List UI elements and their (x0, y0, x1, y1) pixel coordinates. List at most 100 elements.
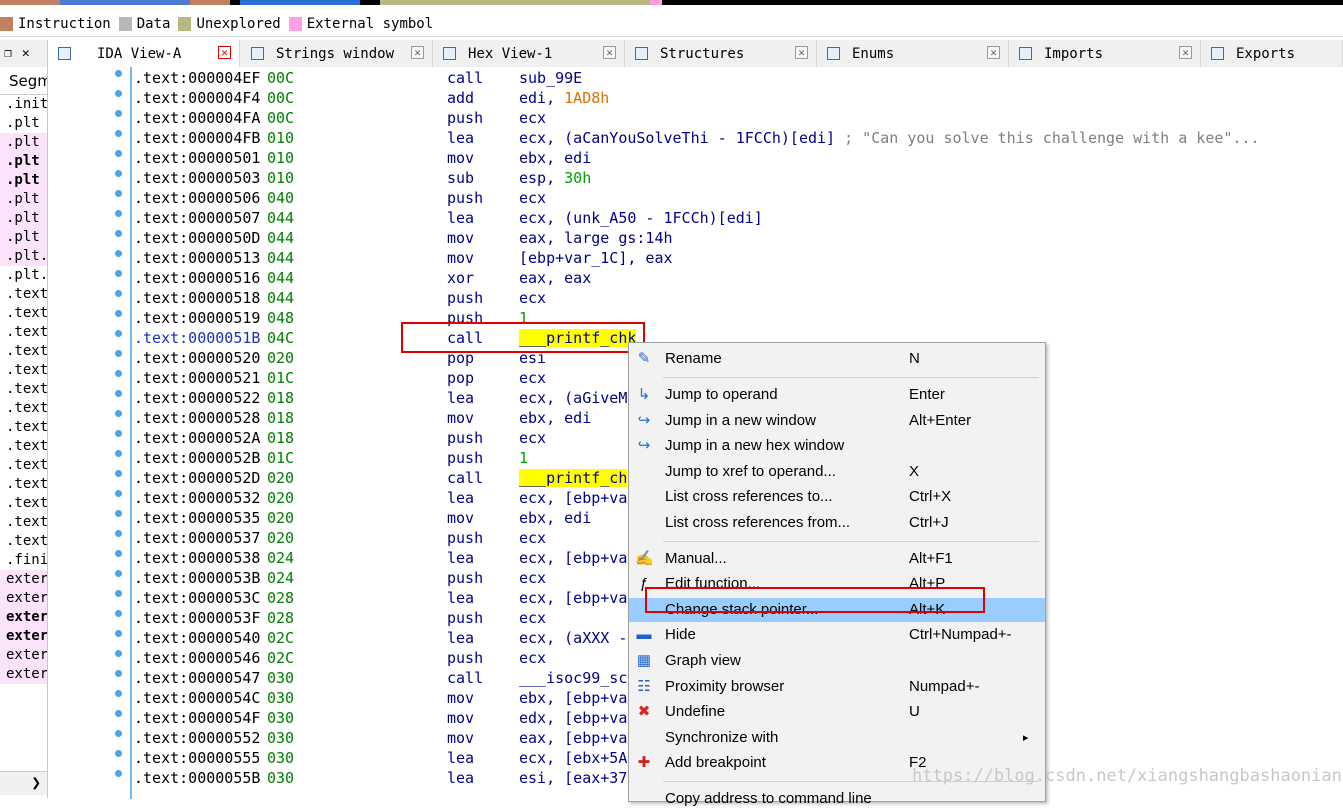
tab-structures[interactable]: Structures ✕ (625, 40, 817, 67)
segment-row[interactable]: .text (0, 513, 47, 532)
scroll-right-button[interactable]: ❯ (0, 771, 47, 795)
menu-item-shortcut: Alt+F1 (909, 549, 953, 567)
segment-row[interactable]: exter (0, 646, 47, 665)
menu-item-synchronize-with[interactable]: Synchronize with ▸ (629, 726, 1045, 750)
menu-item-copy-address-to-command-line[interactable]: Copy address to command line (629, 787, 1045, 811)
disasm-line[interactable]: .text:00000506 040 push ecx (134, 188, 1334, 208)
segment-row[interactable]: exter (0, 665, 47, 684)
manual-icon: ✍ (635, 549, 654, 567)
line-bullet-icon (115, 510, 122, 517)
menu-item-manual[interactable]: ✍ Manual... Alt+F1 (629, 547, 1045, 571)
segment-row[interactable]: .text (0, 494, 47, 513)
breakpoint-icon: ✚ (637, 754, 651, 772)
disasm-line[interactable]: .text:00000518 044 push ecx (134, 288, 1334, 308)
segment-row[interactable]: .text (0, 437, 47, 456)
menu-item-graph-view[interactable]: ▦ Graph view (629, 649, 1045, 673)
segment-row[interactable]: .text (0, 532, 47, 551)
menu-item-proximity-browser[interactable]: ☷ Proximity browser Numpad+- (629, 675, 1045, 699)
disasm-line[interactable]: .text:00000507 044 lea ecx, (unk_A50 - 1FCC… (134, 208, 1334, 228)
menu-item-list-cross-references-from[interactable]: List cross references from... Ctrl+J (629, 511, 1045, 535)
segment-row[interactable]: .text (0, 475, 47, 494)
segment-row[interactable]: .text (0, 285, 47, 304)
segment-row[interactable]: .text (0, 456, 47, 475)
highlighted-symbol[interactable]: ___printf_ch (519, 469, 628, 487)
segment-row[interactable]: .plt (0, 228, 47, 247)
segment-row[interactable]: .text (0, 342, 47, 361)
disasm-line[interactable]: .text:000004FA 00C push ecx (134, 108, 1334, 128)
segment-row[interactable]: .text (0, 323, 47, 342)
ida-view-icon (58, 47, 71, 60)
segment-row[interactable]: .text (0, 304, 47, 323)
disasm-line[interactable]: .text:00000503 010 sub esp, 30h (134, 168, 1334, 188)
close-icon[interactable]: ✕ (1179, 46, 1192, 59)
operand-text: ecx, [ebp+va (519, 589, 628, 607)
menu-item-shortcut: Enter (909, 386, 945, 403)
tab-strings-window[interactable]: Strings window ✕ (241, 40, 433, 67)
segment-row[interactable]: .plt (0, 152, 47, 171)
menu-item-undefine[interactable]: ✖ Undefine U (629, 700, 1045, 724)
segment-row[interactable]: .init (0, 95, 47, 114)
disasm-line[interactable]: .text:000004EF 00C call sub_99E (134, 68, 1334, 88)
tab-hex-view-1[interactable]: Hex View-1 ✕ (433, 40, 625, 67)
segment-row[interactable]: .plt (0, 133, 47, 152)
operands: ecx (519, 568, 546, 588)
operand-text: edx, [ebp+va (519, 709, 628, 727)
mnemonic: push (447, 429, 484, 447)
close-icon[interactable]: ✕ (795, 46, 808, 59)
menu-item-label: Jump in a new window (665, 411, 816, 429)
segment-row[interactable]: exter (0, 608, 47, 627)
segment-row[interactable]: .plt (0, 190, 47, 209)
segment-row[interactable]: .plt. (0, 266, 47, 285)
menu-item-hide[interactable]: ▬ Hide Ctrl+Numpad+- (629, 623, 1045, 647)
mnemonic: mov (447, 509, 475, 527)
tab-enums[interactable]: Enums ✕ (817, 40, 1009, 67)
address: .text:00000501 (134, 149, 261, 167)
segment-row[interactable]: .text (0, 361, 47, 380)
close-icon[interactable]: ✕ (22, 46, 30, 61)
close-icon[interactable]: ✕ (987, 46, 1000, 59)
disasm-line[interactable]: .text:00000516 044 xor eax, eax (134, 268, 1334, 288)
disasm-line[interactable]: .text:00000501 010 mov ebx, edi (134, 148, 1334, 168)
segment-row[interactable]: .text (0, 399, 47, 418)
tab-exports[interactable]: Exports (1201, 40, 1343, 67)
operand-text: [ebp+var_1C], eax (519, 249, 673, 267)
operands: ebx, edi (519, 148, 591, 168)
segment-row[interactable]: .plt (0, 171, 47, 190)
restore-icon[interactable]: ❐ (4, 46, 12, 61)
close-icon[interactable]: ✕ (603, 46, 616, 59)
segment-row[interactable]: .plt (0, 209, 47, 228)
segment-row[interactable]: exter (0, 589, 47, 608)
operand-text: ebx, [ebp+va (519, 689, 628, 707)
segments-pane-header[interactable]: ❐ ✕ (0, 40, 48, 67)
menu-item-rename[interactable]: ✎ Rename N (629, 347, 1045, 371)
segment-row[interactable]: .fini (0, 551, 47, 570)
arrow-separator (130, 67, 132, 799)
operand-number: 1AD8h (564, 89, 610, 107)
address: .text:00000552 (134, 729, 261, 747)
menu-item-label: Jump to operand (665, 386, 778, 403)
tab-imports[interactable]: Imports ✕ (1009, 40, 1201, 67)
segment-row[interactable]: .text (0, 380, 47, 399)
menu-item-jump-in-a-new-hex-window[interactable]: ↪ Jump in a new hex window (629, 434, 1045, 458)
menu-item-jump-to-operand[interactable]: ↳ Jump to operand Enter (629, 383, 1045, 407)
segment-row[interactable]: .plt. (0, 247, 47, 266)
close-icon[interactable]: ✕ (218, 46, 231, 59)
navigation-band[interactable] (0, 0, 1343, 5)
legend-swatch (118, 17, 132, 31)
operand-number: 1 (519, 449, 529, 467)
segment-row[interactable]: .text (0, 418, 47, 437)
menu-item-jump-to-xref-to-operand[interactable]: Jump to xref to operand... X (629, 460, 1045, 484)
segment-row[interactable]: exter (0, 627, 47, 646)
disasm-line[interactable]: .text:00000519 048 push 1 (134, 308, 1334, 328)
menu-item-jump-in-a-new-window[interactable]: ↪ Jump in a new window Alt+Enter (629, 409, 1045, 433)
disasm-line[interactable]: .text:000004FB 010 lea ecx, (aCanYouSolveTh… (134, 128, 1334, 148)
disasm-line[interactable]: .text:00000513 044 mov [ebp+var_1C], eax (134, 248, 1334, 268)
segment-row[interactable]: exter (0, 570, 47, 589)
close-icon[interactable]: ✕ (411, 46, 424, 59)
disasm-line[interactable]: .text:0000050D 044 mov eax, large gs:14h (134, 228, 1334, 248)
menu-item-list-cross-references-to[interactable]: List cross references to... Ctrl+X (629, 485, 1045, 509)
disasm-line[interactable]: .text:000004F4 00C add edi, 1AD8h (134, 88, 1334, 108)
segment-row[interactable]: .plt (0, 114, 47, 133)
tab-ida-view-a[interactable]: IDA View-A ✕ (48, 40, 240, 67)
menu-item-label: Copy address to command line (665, 790, 872, 807)
